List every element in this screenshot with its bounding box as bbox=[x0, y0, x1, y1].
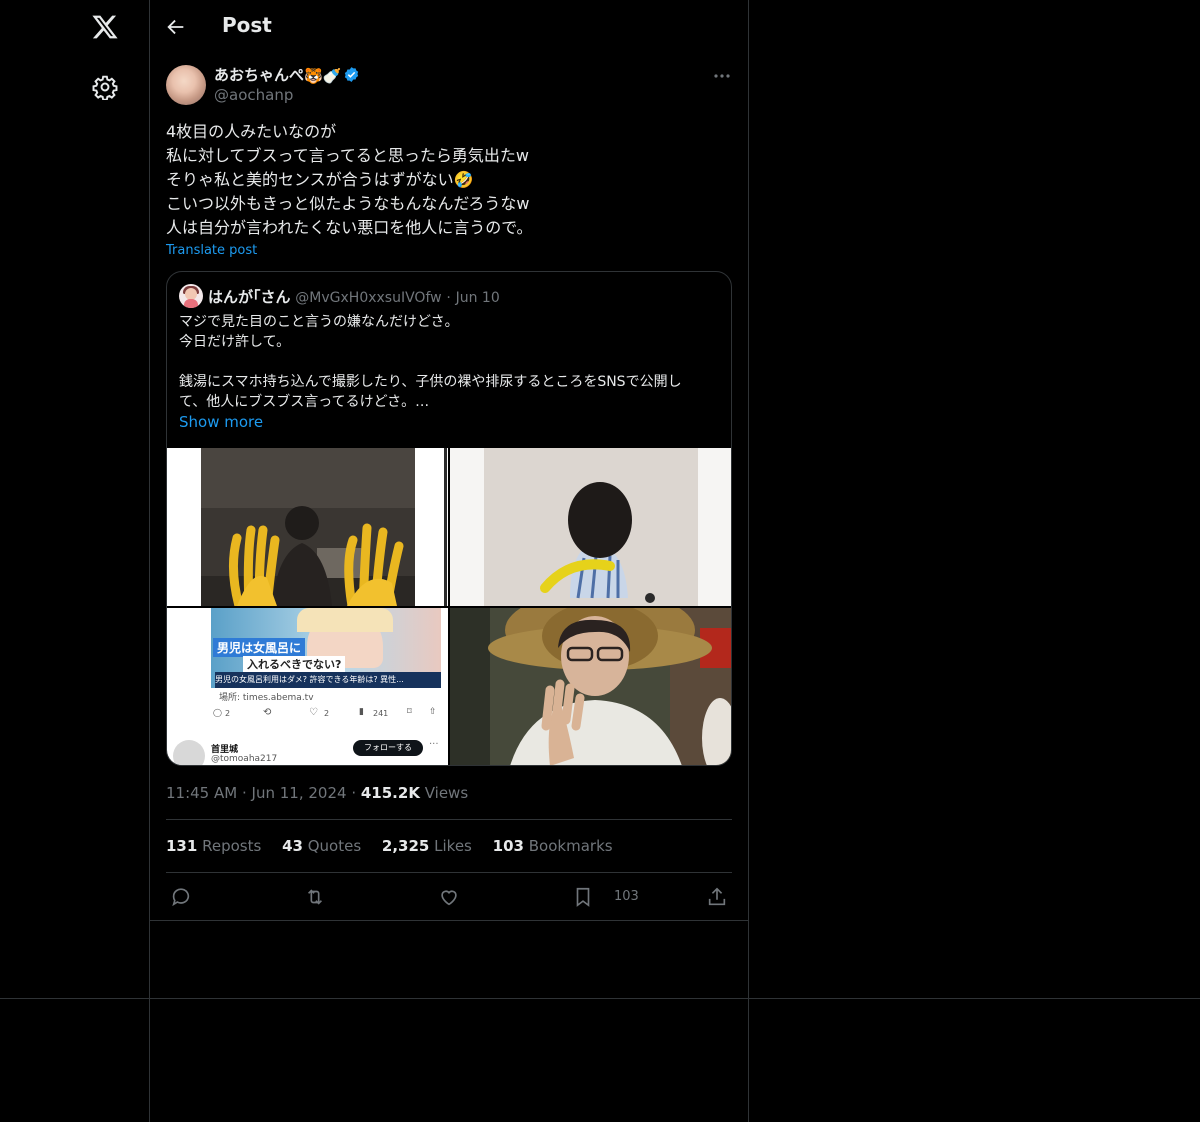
quote-text-line: 今日だけ許して。 bbox=[179, 334, 291, 350]
link-source: 場所: times.abema.tv bbox=[219, 693, 314, 703]
quotes-count: 43 bbox=[282, 837, 303, 855]
quote-header: はんが｢さん @MvGxH0xxsuIVOfw · Jun 10 bbox=[208, 286, 500, 307]
post-text-line: そりゃ私と美的センスが合うはずがない🤣 bbox=[166, 170, 474, 189]
author-name-text: あおちゃんぺ bbox=[214, 66, 305, 84]
translate-post-link[interactable]: Translate post bbox=[166, 243, 257, 258]
left-divider bbox=[149, 0, 150, 1122]
bookmark-icon[interactable] bbox=[572, 886, 594, 908]
quote-author-name: はんが｢さん bbox=[208, 288, 291, 306]
reposts-label: Reposts bbox=[202, 837, 262, 855]
likes-count: 2,325 bbox=[381, 837, 430, 855]
screenshot-share-icon: ⇧ bbox=[429, 707, 437, 717]
screenshot-user-avatar bbox=[173, 740, 205, 765]
author-handle[interactable]: @aochanp bbox=[214, 86, 293, 104]
divider bbox=[166, 819, 732, 820]
bookmarks-label: Bookmarks bbox=[528, 837, 613, 855]
share-icon[interactable] bbox=[706, 886, 728, 908]
screenshot-views-icon: ▮ bbox=[359, 707, 364, 717]
bookmarks-stat[interactable]: 103 Bookmarks bbox=[493, 837, 613, 855]
quote-text: マジで見た目のこと言うの嫌なんだけどさ。 今日だけ許して。 銭湯にスマホ持ち込ん… bbox=[179, 312, 724, 412]
quoted-post[interactable]: はんが｢さん @MvGxH0xxsuIVOfw · Jun 10 マジで見た目の… bbox=[166, 271, 732, 766]
left-rail bbox=[0, 0, 149, 1000]
separator-dot: · bbox=[351, 784, 361, 802]
bookmark-count: 103 bbox=[614, 889, 639, 904]
repost-icon[interactable] bbox=[304, 886, 326, 908]
post-meta: 11:45 AM · Jun 11, 2024 · 415.2K Views bbox=[166, 784, 468, 802]
media-image-1[interactable] bbox=[167, 448, 448, 606]
media-image-4[interactable] bbox=[450, 608, 731, 765]
action-bar: 103 bbox=[166, 884, 732, 912]
show-more-link[interactable]: Show more bbox=[179, 413, 263, 431]
media-grid: 男児は女風呂に 入れるべきでない? 男児の女風呂利用はダメ? 許容できる年齢は?… bbox=[167, 448, 731, 765]
media-image-2[interactable] bbox=[450, 448, 731, 606]
arrow-left-icon[interactable] bbox=[165, 16, 187, 38]
quote-text-line bbox=[179, 352, 724, 372]
right-divider bbox=[748, 0, 749, 1122]
page-header: Post bbox=[150, 0, 748, 54]
likes-label: Likes bbox=[434, 837, 472, 855]
news-person-hair bbox=[297, 608, 393, 632]
screenshot-more-icon: ··· bbox=[429, 739, 439, 750]
more-options-icon[interactable] bbox=[713, 68, 731, 82]
engagement-stats: 131 Reposts 43 Quotes 2,325 Likes 103 Bo… bbox=[166, 837, 629, 855]
separator-dot: · bbox=[241, 784, 252, 802]
reposts-stat[interactable]: 131 Reposts bbox=[166, 837, 261, 855]
quote-date: Jun 10 bbox=[455, 290, 500, 306]
post-text-line: 私に対してブスって言ってると思ったら勇気出たw bbox=[166, 146, 530, 165]
quote-author-handle: @MvGxH0xxsuIVOfw bbox=[295, 290, 442, 306]
screenshot-bookmark-icon: ⌑ bbox=[407, 707, 412, 717]
post-time[interactable]: 11:45 AM bbox=[166, 784, 237, 802]
screenshot-follow-button: フォローする bbox=[353, 740, 423, 756]
quote-text-line: マジで見た目のこと言うの嫌なんだけどさ。 bbox=[179, 314, 459, 330]
separator-dot: · bbox=[446, 290, 451, 306]
divider bbox=[166, 872, 732, 873]
quote-text-line: 銭湯にスマホ持ち込んで撮影したり、子供の裸や排尿するところをSNSで公開し bbox=[179, 374, 682, 390]
verified-badge-icon bbox=[345, 67, 359, 82]
post-date[interactable]: Jun 11, 2024 bbox=[252, 784, 347, 802]
gear-icon[interactable] bbox=[92, 74, 118, 101]
screenshot-actions: ◯ 2 ⟲ ♡ 2 ▮ 241 ⌑ ⇧ bbox=[211, 706, 441, 722]
screenshot-reply-icon: ◯ bbox=[213, 708, 222, 717]
post-text: 4枚目の人みたいなのが 私に対してブスって言ってると思ったら勇気出たw そりゃ私… bbox=[166, 120, 726, 240]
screenshot-like-count: 2 bbox=[324, 709, 330, 718]
screenshot-reply-count: 2 bbox=[225, 709, 231, 718]
reposts-count: 131 bbox=[166, 837, 198, 855]
views-count: 415.2K bbox=[360, 784, 420, 802]
quotes-stat[interactable]: 43 Quotes bbox=[282, 837, 361, 855]
x-logo-icon[interactable] bbox=[91, 13, 119, 41]
bookmarks-count: 103 bbox=[492, 837, 524, 855]
screenshot-repost-icon: ⟲ bbox=[263, 707, 272, 718]
quote-author-avatar bbox=[179, 284, 203, 308]
media-image-3[interactable]: 男児は女風呂に 入れるべきでない? 男児の女風呂利用はダメ? 許容できる年齢は?… bbox=[167, 608, 448, 765]
post-text-line: 人は自分が言われたくない悪口を他人に言うので。 bbox=[166, 218, 533, 237]
screenshot-like-icon: ♡ bbox=[309, 707, 318, 718]
post-text-line: 4枚目の人みたいなのが bbox=[166, 122, 337, 141]
post-text-line: こいつ以外もきっと似たようなもんなんだろうなw bbox=[166, 194, 530, 213]
news-ticker: 男児の女風呂利用はダメ? 許容できる年齢は? 異性... bbox=[215, 672, 441, 688]
like-icon[interactable] bbox=[438, 886, 460, 908]
quotes-label: Quotes bbox=[307, 837, 362, 855]
reply-icon[interactable] bbox=[170, 886, 192, 908]
author-emojis: 🐯🍼 bbox=[304, 67, 342, 85]
author-name[interactable]: あおちゃんぺ🐯🍼 bbox=[214, 64, 360, 85]
likes-stat[interactable]: 2,325 Likes bbox=[382, 837, 472, 855]
quote-text-line: て、他人にブスブス言ってるけどさ。… bbox=[179, 394, 430, 410]
page-title: Post bbox=[222, 13, 272, 37]
bottom-divider bbox=[0, 998, 1200, 999]
divider bbox=[150, 920, 748, 921]
views-label: Views bbox=[424, 784, 469, 802]
screenshot-user-handle: @tomoaha217 bbox=[211, 754, 278, 764]
news-caption-2: 入れるべきでない? bbox=[243, 656, 346, 672]
author-avatar[interactable] bbox=[166, 65, 206, 105]
screenshot-view-count: 241 bbox=[373, 709, 389, 718]
news-caption-1: 男児は女風呂に bbox=[213, 638, 306, 657]
